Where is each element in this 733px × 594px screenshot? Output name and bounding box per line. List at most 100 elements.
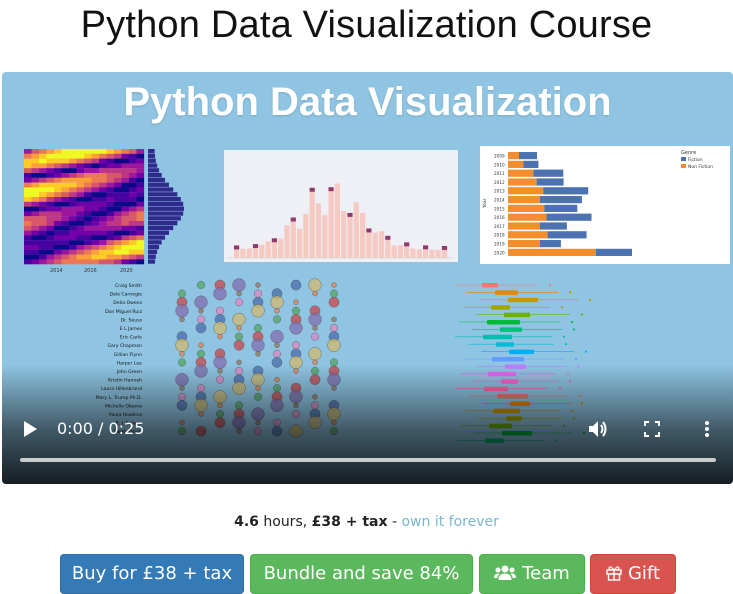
heatmap-cell <box>114 192 122 198</box>
heatmap-cell <box>121 245 130 250</box>
heatmap-cell <box>46 254 55 260</box>
heatmap-cell <box>54 249 62 255</box>
stacked-bar-fiction <box>544 204 578 212</box>
box-outlier <box>572 328 576 331</box>
heatmap-cell <box>91 163 100 169</box>
stacked-bar-fiction <box>539 240 561 248</box>
heatmap-cell <box>136 201 145 207</box>
heatmap-cell <box>91 173 100 178</box>
heatmap-cell <box>121 182 130 188</box>
heatmap-cell <box>39 153 47 159</box>
gift-button[interactable]: Gift <box>590 554 676 594</box>
heatmap-cell <box>54 168 62 174</box>
heatmap-cell <box>54 259 62 265</box>
heatmap-cell <box>99 168 107 174</box>
heatmap-cell <box>31 225 40 231</box>
heatmap-cell <box>46 173 55 178</box>
heatmap-cell <box>84 192 92 198</box>
stacked-year-label: 2015 <box>494 206 505 211</box>
heatmap-cell <box>61 254 70 260</box>
dot-chart-point <box>196 315 205 324</box>
histogram-marker <box>290 217 296 222</box>
heatmap-hist-bar <box>148 259 156 264</box>
heatmap-cell <box>114 173 122 178</box>
dot-chart-name: Gillian Flynn <box>114 352 142 358</box>
dot-chart-name: Delia Owens <box>113 300 142 306</box>
stacked-bar-nonfiction <box>508 178 537 186</box>
heatmap-cell <box>61 249 70 255</box>
bundle-button[interactable]: Bundle and save 84% <box>250 554 473 594</box>
histogram-bar <box>397 245 403 258</box>
dot-chart-point <box>328 296 340 308</box>
heatmap-cell <box>31 211 40 217</box>
heatmap-cell <box>114 153 122 159</box>
heatmap-cell <box>31 182 40 188</box>
box-outlier <box>580 313 584 316</box>
dot-chart-point <box>179 351 185 357</box>
histogram-bar <box>278 238 284 258</box>
dot-chart-point <box>253 324 262 333</box>
dot-chart-name: Dale Carnegie <box>109 292 142 298</box>
heatmap-cell <box>61 225 70 231</box>
gift-button-label: Gift <box>627 562 661 584</box>
heatmap-cell <box>121 173 130 178</box>
histogram-bar <box>385 239 391 258</box>
heatmap-cell <box>39 254 47 260</box>
box-rect <box>504 312 530 318</box>
buy-button[interactable]: Buy for £38 + tax <box>60 554 244 594</box>
video-progress-bar[interactable] <box>20 458 716 462</box>
heatmap-cell <box>91 153 100 159</box>
heatmap-cell <box>39 245 47 250</box>
stacked-year-label: 2009 <box>494 154 505 159</box>
heatmap-cell <box>69 187 77 193</box>
heatmap-cell <box>136 240 145 246</box>
heatmap-cell <box>91 211 100 217</box>
heatmap-cell <box>61 240 70 246</box>
heatmap-cell <box>114 245 122 250</box>
heatmap-cell <box>24 197 32 202</box>
heatmap-cell <box>31 249 40 255</box>
legend-item-nonfiction: Non Fiction <box>688 164 713 170</box>
heatmap-cell <box>76 216 85 222</box>
heatmap-cell <box>46 249 55 255</box>
heatmap-cell <box>99 249 107 255</box>
heatmap-cell <box>39 240 47 246</box>
heatmap-cell <box>46 182 55 188</box>
heatmap-cell <box>99 192 107 198</box>
stacked-bar-chart: 2009 2010 2011 2012 2013 2014 2015 2016 2017 2018… <box>480 146 730 264</box>
more-options-icon[interactable] <box>704 420 710 438</box>
heatmap-cell <box>69 173 77 178</box>
bundle-button-label: Bundle and save 84% <box>263 562 460 584</box>
heatmap-cell <box>54 206 62 212</box>
dot-chart-point <box>213 321 227 335</box>
heatmap-cell <box>39 168 47 174</box>
team-button[interactable]: Team <box>479 554 585 594</box>
heatmap-cell <box>91 149 100 154</box>
heatmap-cell <box>84 153 92 159</box>
histogram-svg <box>228 183 454 259</box>
heatmap-cell <box>91 225 100 231</box>
volume-icon[interactable] <box>587 419 609 439</box>
heatmap-cell <box>99 211 107 217</box>
heatmap-cell <box>84 182 92 188</box>
heatmap-cell <box>61 182 70 188</box>
heatmap-cell <box>24 173 32 178</box>
heatmap-cell <box>31 173 40 178</box>
dot-chart-point <box>177 289 186 298</box>
legend-item-fiction: Fiction <box>688 157 703 163</box>
heatmap-cell <box>129 163 137 169</box>
fullscreen-icon[interactable] <box>644 421 660 437</box>
own-forever-link[interactable]: own it forever <box>401 514 498 530</box>
play-icon[interactable] <box>22 420 38 438</box>
heatmap-cell <box>121 235 130 241</box>
heatmap-cell <box>84 206 92 212</box>
histogram-bar <box>435 249 441 258</box>
heatmap-cell <box>46 201 55 207</box>
video-player[interactable]: Python Data Visualization 2014 2016 2020… <box>2 72 733 484</box>
histogram-bar <box>328 191 334 258</box>
heatmap-cell <box>106 259 115 265</box>
heatmap-cell <box>69 245 77 250</box>
dot-chart-point <box>291 341 300 350</box>
heatmap-cell <box>84 216 92 222</box>
heatmap-cell <box>114 201 122 207</box>
